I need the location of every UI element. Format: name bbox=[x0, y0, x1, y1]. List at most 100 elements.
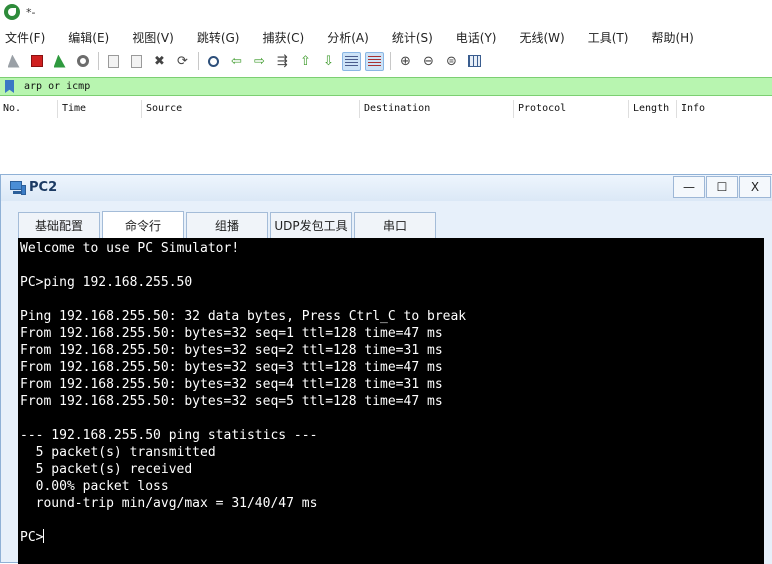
first-packet-button[interactable]: ⇧ bbox=[296, 52, 315, 71]
menu-help[interactable]: 帮助(H) bbox=[645, 29, 699, 46]
maximize-button[interactable]: ☐ bbox=[706, 176, 738, 198]
arrow-top-icon: ⇧ bbox=[300, 53, 311, 69]
menu-file[interactable]: 文件(F) bbox=[0, 29, 51, 46]
terminal-prompt-line[interactable]: PC> bbox=[20, 529, 764, 546]
restart-icon bbox=[53, 54, 66, 68]
wireshark-toolbar: ✖ ⟳ ⇦ ⇨ ⇶ ⇧ ⇩ ⊕ ⊖ ⊜ bbox=[0, 49, 772, 73]
maximize-icon: ☐ bbox=[716, 180, 728, 194]
bookmark-icon[interactable] bbox=[5, 80, 14, 93]
column-header-time[interactable]: Time bbox=[57, 100, 141, 118]
autoscroll-icon bbox=[345, 55, 358, 67]
jump-icon: ⇶ bbox=[277, 53, 288, 69]
zoom-out-icon: ⊖ bbox=[423, 53, 434, 69]
wireshark-menubar: 文件(F) 编辑(E) 视图(V) 跳转(G) 捕获(C) 分析(A) 统计(S… bbox=[0, 27, 772, 47]
go-back-button[interactable]: ⇦ bbox=[227, 52, 246, 71]
tab-basic-config[interactable]: 基础配置 bbox=[18, 212, 100, 238]
tab-serial[interactable]: 串口 bbox=[354, 212, 436, 238]
file-icon bbox=[131, 54, 142, 68]
open-file-button[interactable] bbox=[104, 52, 123, 71]
wireshark-title: *- bbox=[26, 5, 36, 19]
text-cursor bbox=[43, 529, 45, 543]
terminal-line: round-trip min/avg/max = 31/40/47 ms bbox=[20, 496, 318, 511]
search-icon bbox=[208, 55, 219, 67]
column-header-source[interactable]: Source bbox=[141, 100, 359, 118]
terminal-line: --- 192.168.255.50 ping statistics --- bbox=[20, 428, 318, 443]
close-icon: X bbox=[750, 180, 760, 194]
menu-capture[interactable]: 捕获(C) bbox=[256, 29, 310, 46]
gear-icon bbox=[76, 55, 89, 67]
menu-telephony[interactable]: 电话(Y) bbox=[450, 29, 503, 46]
computer-icon bbox=[10, 180, 26, 196]
menu-wireless[interactable]: 无线(W) bbox=[514, 29, 571, 46]
colorize-button[interactable] bbox=[365, 51, 384, 71]
display-filter-bar: arp or icmp bbox=[0, 77, 772, 96]
terminal-line: From 192.168.255.50: bytes=32 seq=2 ttl=… bbox=[20, 343, 443, 358]
reload-file-button[interactable]: ⟳ bbox=[173, 52, 192, 71]
tab-multicast[interactable]: 组播 bbox=[186, 212, 268, 238]
arrow-bottom-icon: ⇩ bbox=[323, 53, 334, 69]
terminal-line: 5 packet(s) received bbox=[20, 462, 193, 477]
save-file-button[interactable] bbox=[127, 52, 146, 71]
menu-go[interactable]: 跳转(G) bbox=[191, 29, 246, 46]
terminal-line: From 192.168.255.50: bytes=32 seq=1 ttl=… bbox=[20, 326, 443, 341]
column-header-destination[interactable]: Destination bbox=[359, 100, 513, 118]
menu-edit[interactable]: 编辑(E) bbox=[62, 29, 115, 46]
stop-capture-button[interactable] bbox=[27, 52, 46, 71]
menu-analyze[interactable]: 分析(A) bbox=[321, 29, 375, 46]
minimize-button[interactable]: — bbox=[673, 176, 705, 198]
wireshark-titlebar: *- bbox=[0, 0, 772, 24]
pc2-titlebar[interactable]: PC2 — ☐ X bbox=[1, 175, 772, 201]
window-title: PC2 bbox=[29, 180, 58, 195]
terminal-line: 0.00% packet loss bbox=[20, 479, 169, 494]
column-header-info[interactable]: Info bbox=[676, 100, 772, 118]
last-packet-button[interactable]: ⇩ bbox=[319, 52, 338, 71]
pc2-window: PC2 — ☐ X 基础配置 命令行 组播 UDP发包工具 串口 Welcome… bbox=[0, 174, 772, 564]
menu-view[interactable]: 视图(V) bbox=[126, 29, 180, 46]
find-packet-button[interactable] bbox=[204, 52, 223, 71]
capture-options-button[interactable] bbox=[73, 52, 92, 71]
terminal-prompt: PC> bbox=[20, 530, 44, 545]
terminal-edge bbox=[764, 238, 772, 564]
tab-udp-tool[interactable]: UDP发包工具 bbox=[270, 212, 352, 238]
go-to-packet-button[interactable]: ⇶ bbox=[273, 52, 292, 71]
terminal-line: From 192.168.255.50: bytes=32 seq=4 ttl=… bbox=[20, 377, 443, 392]
stop-icon bbox=[30, 55, 43, 67]
minimize-icon: — bbox=[683, 180, 695, 194]
restart-capture-button[interactable] bbox=[50, 52, 69, 71]
packet-list-header: No. Time Source Destination Protocol Len… bbox=[0, 100, 772, 118]
zoom-reset-icon: ⊜ bbox=[446, 53, 457, 69]
close-button[interactable]: X bbox=[739, 176, 771, 198]
resize-columns-button[interactable] bbox=[465, 52, 484, 71]
close-file-button[interactable]: ✖ bbox=[150, 52, 169, 71]
zoom-reset-button[interactable]: ⊜ bbox=[442, 52, 461, 71]
shark-fin-icon bbox=[7, 54, 20, 68]
close-file-icon: ✖ bbox=[154, 53, 165, 69]
terminal-line: Ping 192.168.255.50: 32 data bytes, Pres… bbox=[20, 309, 467, 324]
terminal-line: PC>ping 192.168.255.50 bbox=[20, 275, 193, 290]
start-capture-button[interactable] bbox=[4, 52, 23, 71]
zoom-out-button[interactable]: ⊖ bbox=[419, 52, 438, 71]
toolbar-separator bbox=[198, 52, 199, 70]
tab-command-line[interactable]: 命令行 bbox=[102, 211, 184, 239]
autoscroll-button[interactable] bbox=[342, 51, 361, 71]
display-filter-input[interactable]: arp or icmp bbox=[24, 81, 90, 92]
menu-statistics[interactable]: 统计(S) bbox=[386, 29, 439, 46]
terminal-line: From 192.168.255.50: bytes=32 seq=5 ttl=… bbox=[20, 394, 443, 409]
reload-icon: ⟳ bbox=[177, 53, 188, 69]
command-line-terminal[interactable]: Welcome to use PC Simulator! PC>ping 192… bbox=[18, 238, 764, 564]
column-header-length[interactable]: Length bbox=[628, 100, 676, 118]
zoom-in-button[interactable]: ⊕ bbox=[396, 52, 415, 71]
toolbar-separator bbox=[98, 52, 99, 70]
arrow-left-icon: ⇦ bbox=[231, 53, 242, 69]
column-header-protocol[interactable]: Protocol bbox=[513, 100, 628, 118]
zoom-in-icon: ⊕ bbox=[400, 53, 411, 69]
menu-tools[interactable]: 工具(T) bbox=[582, 29, 635, 46]
go-forward-button[interactable]: ⇨ bbox=[250, 52, 269, 71]
terminal-line: 5 packet(s) transmitted bbox=[20, 445, 216, 460]
column-header-no[interactable]: No. bbox=[0, 100, 57, 118]
terminal-line: Welcome to use PC Simulator! bbox=[20, 241, 240, 256]
